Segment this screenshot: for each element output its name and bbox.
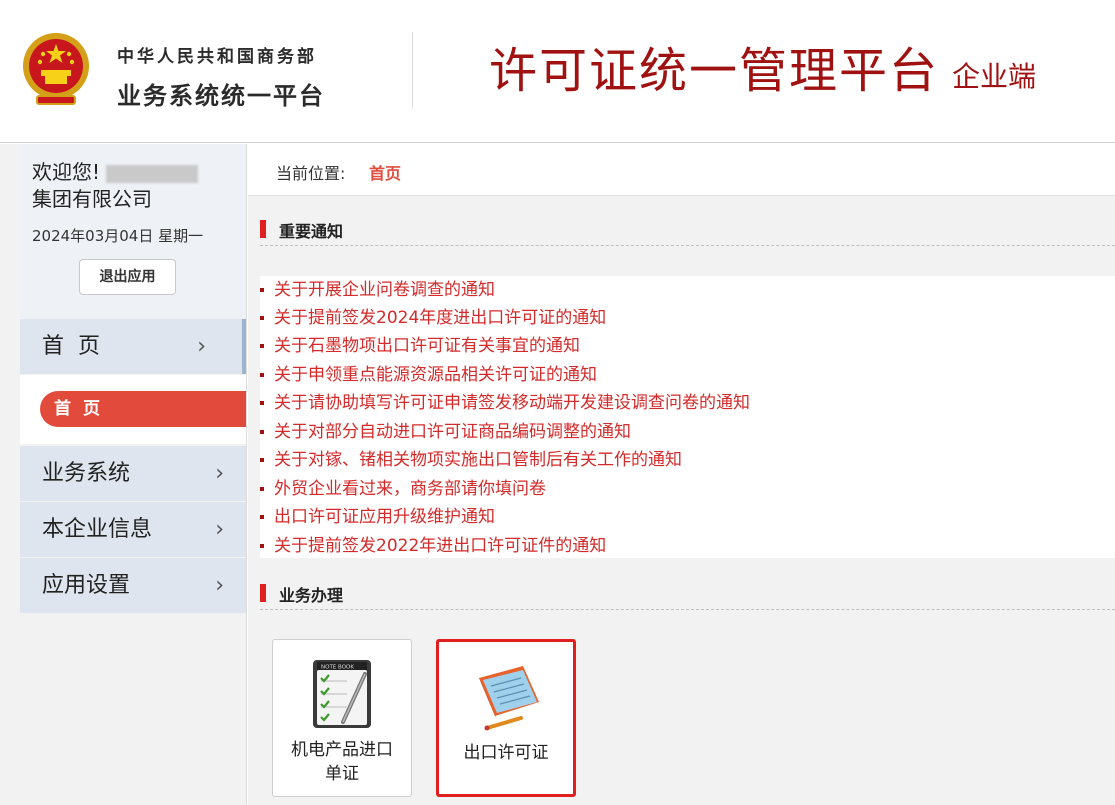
page-header: 中华人民共和国商务部 业务系统统一平台 许可证统一管理平台 企业端 [0,0,1115,143]
tile-export-license[interactable]: 出口许可证 [436,639,576,797]
sidebar-item-label: 首页 [42,334,115,359]
notice-link[interactable]: 关于对部分自动进口许可证商品编码调整的通知 [260,418,631,446]
header-divider [412,32,413,108]
sidebar-item-label: 应用设置 [42,573,131,598]
sidebar-item-settings[interactable]: 应用设置 › [20,558,246,613]
chevron-right-icon: › [215,517,224,542]
ministry-subtitle: 业务系统统一平台 [117,82,325,110]
section-title: 重要通知 [279,222,344,241]
main-content: 当前位置: 首页 重要通知 关于开展企业问卷调查的通知 关于提前签发2024年度… [248,144,1115,805]
notice-link[interactable]: 关于开展企业问卷调查的通知 [260,276,495,304]
notice-link[interactable]: 关于提前签发2022年进出口许可证件的通知 [260,532,606,560]
sidebar-item-home[interactable]: 首页 › [20,319,246,374]
sidebar-submenu-home: 首页 [20,375,246,444]
tile-label: 出口许可证 [463,743,549,763]
breadcrumb-label: 当前位置: [276,164,346,183]
logout-button[interactable]: 退出应用 [79,259,176,295]
masked-username [106,164,199,183]
sidebar: 欢迎您! 集团有限公司 2024年03月04日 星期一 退出应用 首页 › 首页… [0,144,247,805]
user-info-panel: 欢迎您! 集团有限公司 2024年03月04日 星期一 退出应用 [20,144,246,319]
current-date: 2024年03月04日 星期一 [32,227,204,245]
welcome-text: 欢迎您! [32,160,101,184]
sidebar-item-label: 业务系统 [42,461,131,486]
company-name: 集团有限公司 [32,187,152,211]
chevron-right-icon: › [215,573,224,598]
notice-link[interactable]: 关于提前签发2024年度进出口许可证的通知 [260,304,606,332]
license-notebook-icon [479,666,539,731]
notebook-icon: NOTE BOOK [313,660,371,728]
notice-link[interactable]: 关于石墨物项出口许可证有关事宜的通知 [260,332,580,360]
notice-link[interactable]: 关于请协助填写许可证申请签发移动端开发建设调查问卷的通知 [260,389,750,417]
notice-link[interactable]: 关于申领重点能源资源品相关许可证的通知 [260,361,597,389]
section-header-notices: 重要通知 [260,216,1115,246]
welcome-line: 欢迎您! [32,160,232,184]
sidebar-item-company-info[interactable]: 本企业信息 › [20,502,246,557]
sidebar-subitem-home[interactable]: 首页 [40,391,246,427]
chevron-right-icon: › [197,334,220,359]
tile-label: 机电产品进口单证 [291,740,393,784]
notice-list: 关于开展企业问卷调查的通知 关于提前签发2024年度进出口许可证的通知 关于石墨… [260,276,1115,558]
sidebar-item-business[interactable]: 业务系统 › [20,446,246,501]
breadcrumb: 当前位置: 首页 [248,144,1115,196]
breadcrumb-current[interactable]: 首页 [369,160,401,184]
national-emblem-icon [23,33,89,105]
section-header-business: 业务办理 [260,580,1115,610]
platform-subtitle: 企业端 [952,60,1037,93]
svg-text:NOTE BOOK: NOTE BOOK [321,665,354,671]
notice-link[interactable]: 出口许可证应用升级维护通知 [260,503,495,531]
section-marker [260,584,266,602]
platform-title: 许可证统一管理平台 [489,43,940,99]
notice-link[interactable]: 外贸企业看过来，商务部请你填问卷 [260,475,546,503]
section-marker [260,220,266,238]
chevron-right-icon: › [215,461,224,486]
sidebar-item-label: 本企业信息 [42,517,153,542]
notice-link[interactable]: 关于对镓、锗相关物项实施出口管制后有关工作的通知 [260,446,682,474]
ministry-name: 中华人民共和国商务部 [117,47,317,67]
tile-mechanical-import-certificate[interactable]: NOTE BOOK 机电产品进口单证 [272,639,412,797]
section-title: 业务办理 [279,586,344,605]
